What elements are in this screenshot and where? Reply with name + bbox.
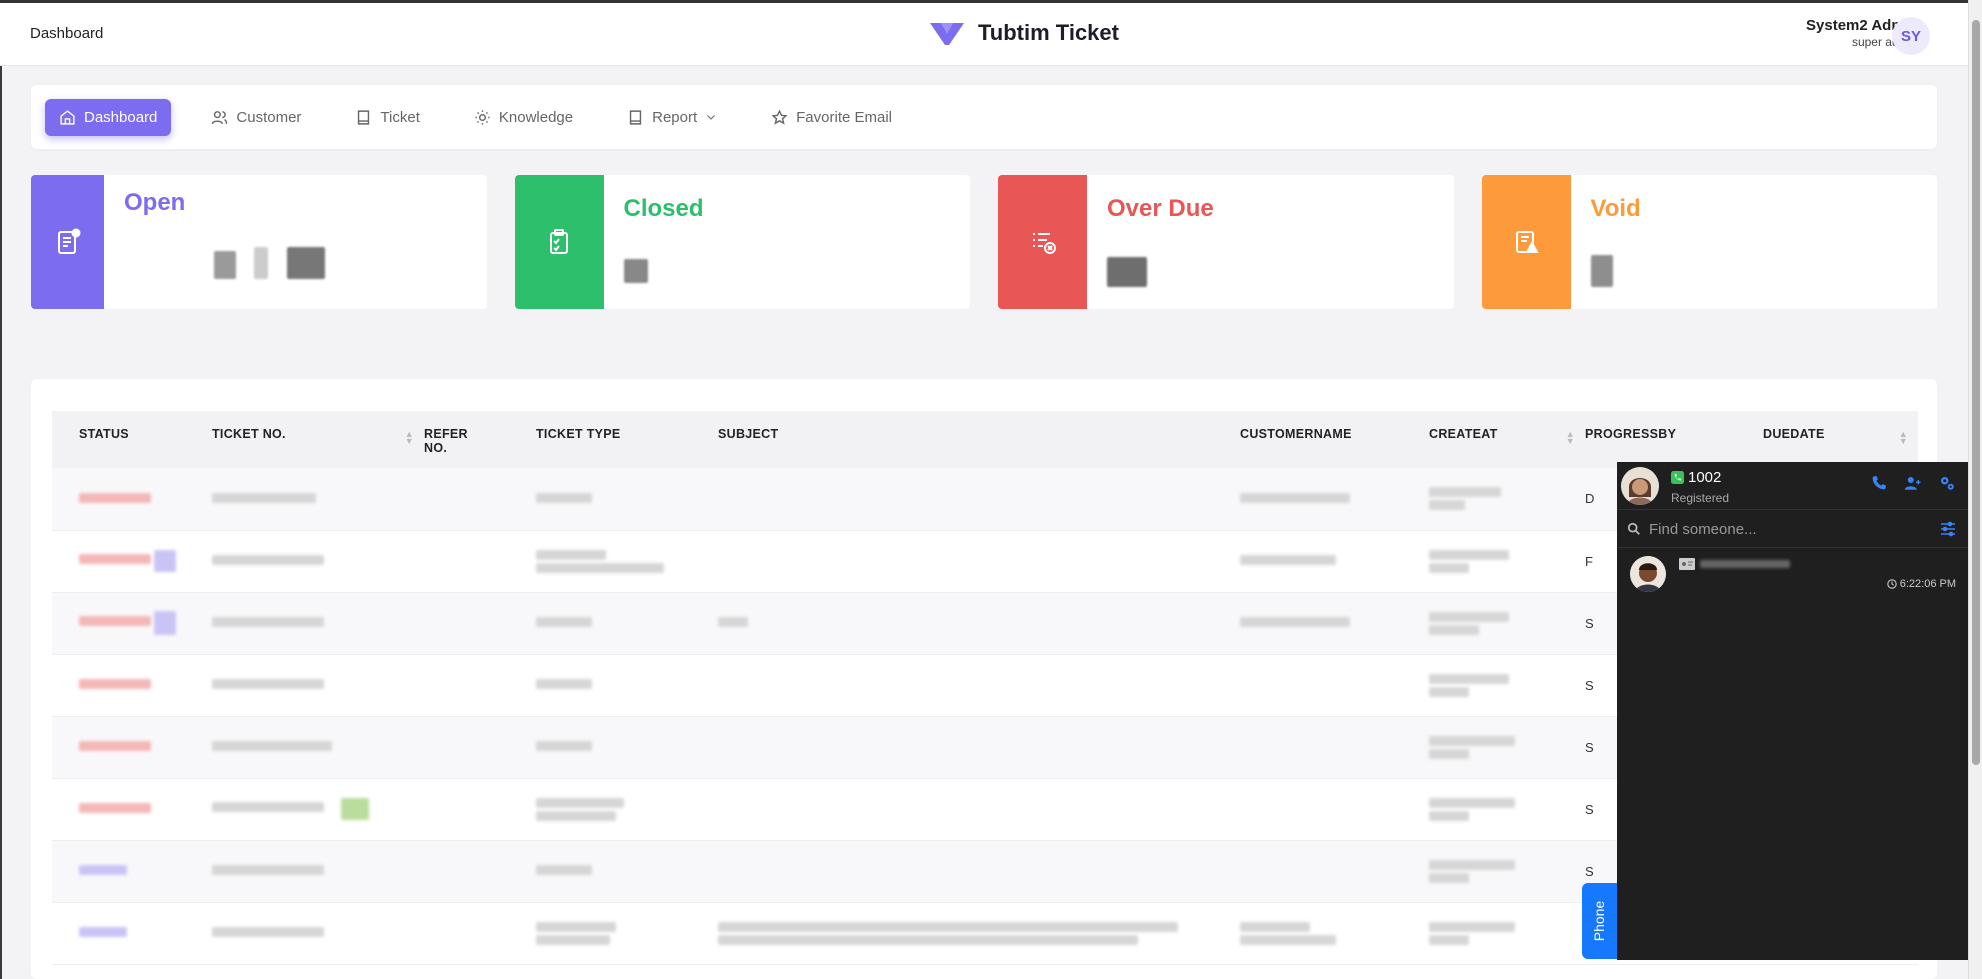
filter-icon[interactable] <box>1940 521 1956 537</box>
nav-customer[interactable]: Customer <box>197 99 315 136</box>
top-bar: Dashboard Tubtim Ticket System2 Admin su… <box>0 0 1968 66</box>
redacted-count <box>623 259 648 288</box>
id-card-icon <box>1679 558 1695 570</box>
col-duedate[interactable]: DUEDATE ▲ ▼ <box>1763 411 1918 468</box>
card-over-due[interactable]: Over Due <box>998 175 1454 309</box>
sort-icon[interactable]: ▲ ▼ <box>1899 430 1908 446</box>
card-open[interactable]: Open <box>31 175 487 309</box>
nav-label: Knowledge <box>498 108 574 126</box>
phone-icon <box>1671 471 1684 484</box>
list-cancel-icon <box>998 175 1087 309</box>
search-input[interactable] <box>1649 517 1919 541</box>
users-icon <box>212 110 228 124</box>
nav-ticket[interactable]: Ticket <box>341 99 433 136</box>
contact-list-item[interactable]: 6:22:06 PM <box>1617 548 1968 608</box>
contact-search <box>1617 510 1968 548</box>
clock-icon <box>1887 579 1897 589</box>
book-icon <box>629 109 642 125</box>
registration-status: Registered <box>1671 491 1730 505</box>
card-title: Over Due <box>1107 195 1214 222</box>
redacted-count <box>214 247 325 284</box>
col-subject[interactable]: SUBJECT <box>718 411 1240 468</box>
nav-label: Dashboard <box>84 108 158 126</box>
col-customername[interactable]: CUSTOMERNAME <box>1240 411 1429 468</box>
softphone-panel: 1002 Registered 6:22:06 PM <box>1617 462 1968 960</box>
sort-icon[interactable]: ▲ ▼ <box>1566 430 1575 446</box>
nav-label: Ticket <box>380 108 420 126</box>
nav-label: Customer <box>236 108 302 126</box>
avatar[interactable]: SY <box>1892 17 1930 55</box>
settings-icon[interactable] <box>1938 474 1956 492</box>
search-icon <box>1627 522 1640 535</box>
star-icon <box>771 108 788 125</box>
main-nav: Dashboard Customer Ticket Knowledge Repo… <box>31 85 1937 149</box>
sort-icon[interactable]: ▲ ▼ <box>405 430 414 446</box>
page-scrollbar[interactable] <box>1968 0 1982 979</box>
card-title: Open <box>124 189 186 216</box>
nav-report[interactable]: Report <box>613 99 731 136</box>
contact-avatar <box>1630 556 1666 592</box>
table-header-row: STATUS TICKET NO. ▲ ▼ REFER NO. TICKET TYP… <box>52 411 1918 468</box>
chevron-down-icon <box>707 115 715 120</box>
col-ticket-no[interactable]: TICKET NO. ▲ ▼ <box>212 411 424 468</box>
extension-number: 1002 <box>1688 469 1722 486</box>
phone-tab-button[interactable]: Phone <box>1582 883 1617 959</box>
logo-icon <box>930 23 964 45</box>
nav-label: Report <box>652 108 698 126</box>
book-icon <box>358 109 370 125</box>
add-user-icon[interactable] <box>1904 474 1922 492</box>
col-createat[interactable]: CREATEAT ▲ ▼ <box>1429 411 1585 468</box>
sun-icon <box>475 109 490 125</box>
card-title: Void <box>1590 195 1641 222</box>
redacted-count <box>1107 257 1147 292</box>
document-list-icon <box>31 175 104 309</box>
page-title: Dashboard <box>30 25 104 42</box>
col-ticket-type[interactable]: TICKET TYPE <box>536 411 718 468</box>
nav-knowledge[interactable]: Knowledge <box>460 99 587 136</box>
summary-cards: Open Closed Over Due Void <box>31 175 1937 309</box>
contact-time: 6:22:06 PM <box>1887 578 1956 590</box>
col-progressby[interactable]: PROGRESSBY <box>1585 411 1763 468</box>
window-edge <box>0 0 2 979</box>
redacted-count <box>1590 255 1613 292</box>
clipboard-check-icon <box>514 175 604 309</box>
card-title: Closed <box>623 195 704 222</box>
nav-label: Favorite Email <box>796 108 892 126</box>
nav-dashboard[interactable]: Dashboard <box>45 98 172 136</box>
brand-name: Tubtim Ticket <box>978 20 1119 45</box>
home-icon <box>60 109 75 125</box>
brand[interactable]: Tubtim Ticket <box>928 19 1119 47</box>
extension: 1002 <box>1671 469 1721 486</box>
softphone-header: 1002 Registered <box>1617 462 1968 510</box>
document-warning-icon <box>1481 175 1571 309</box>
avatar[interactable] <box>1621 467 1659 505</box>
phone-tab-label: Phone <box>1591 900 1608 942</box>
col-status[interactable]: STATUS <box>52 411 212 468</box>
scrollbar-thumb[interactable] <box>1972 20 1980 765</box>
card-closed[interactable]: Closed <box>514 175 970 309</box>
nav-favorite-email[interactable]: Favorite Email <box>757 99 906 136</box>
call-icon[interactable] <box>1870 474 1888 492</box>
col-refer-no[interactable]: REFER NO. <box>424 411 536 468</box>
contact-name <box>1679 558 1790 570</box>
card-void[interactable]: Void <box>1481 175 1937 309</box>
